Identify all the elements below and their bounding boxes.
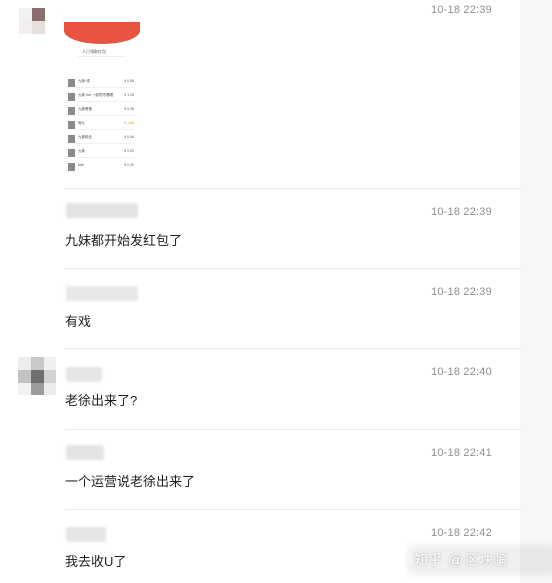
thumbnail-avatar: [68, 135, 75, 143]
message-timestamp: 10-18 22:39: [431, 206, 492, 218]
watermark-author: 区块骗: [465, 552, 508, 568]
thumbnail-row-line: [78, 143, 134, 144]
message-timestamp: 10-18 22:39: [431, 286, 492, 298]
screenshot-image-message[interactable]: 人已领取红包 九妹·领 ¥ 0.88 九妹 Kol 一起吃吃喝喝 ¥ 1.08 …: [64, 0, 140, 176]
message-divider: [65, 188, 521, 189]
thumbnail-row-amount: ¥ 0.30: [124, 163, 134, 167]
avatar[interactable]: [18, 357, 56, 395]
thumbnail-avatar: [68, 107, 75, 115]
message-divider: [65, 268, 521, 269]
message-divider: [65, 429, 521, 430]
thumbnail-row-name: 九妹: [78, 149, 85, 153]
thumbnail-row-name: 阿九: [78, 121, 85, 125]
message-text: 有戏: [65, 314, 92, 329]
thumbnail-avatar: [68, 121, 75, 129]
thumbnail-avatar: [68, 79, 75, 87]
message-text: 老徐出来了?: [65, 393, 138, 408]
thumbnail-row: 九妹粉丝 ¥ 0.66: [68, 133, 136, 147]
message-divider: [65, 509, 521, 510]
thumbnail-row-line: [78, 115, 134, 116]
zhihu-watermark: 知乎 @ 区块骗: [408, 545, 552, 575]
sender-name-redacted: [66, 445, 104, 460]
sender-name-redacted: [66, 367, 102, 382]
message-timestamp: 10-18 22:40: [431, 366, 492, 378]
red-envelope-banner: [64, 22, 140, 44]
thumbnail-row-line: [78, 129, 134, 130]
thumbnail-row-name: 九妹粉丝: [78, 135, 92, 139]
thumbnail-row-name: 九妹·领: [78, 79, 90, 83]
thumbnail-row-line: [78, 157, 134, 158]
thumbnail-avatar: [68, 149, 75, 157]
thumbnail-row-line: [78, 87, 134, 88]
thumbnail-row-name: kofi: [78, 163, 84, 167]
thumbnail-row-name: 九妹爸爸: [78, 107, 92, 111]
message-timestamp: 10-18 22:41: [431, 447, 492, 459]
message-timestamp: 10-18 22:42: [431, 527, 492, 539]
thumbnail-row-amount: ¥ 0.88: [124, 79, 134, 83]
thumbnail-row-amount: ¥ 1.88: [124, 121, 134, 125]
thumbnail-row-amount: ¥ 0.66: [124, 135, 134, 139]
thumbnail-avatar: [68, 163, 75, 171]
thumbnail-row-amount: ¥ 0.52: [124, 149, 134, 153]
thumbnail-row: 九妹 ¥ 0.52: [68, 147, 136, 161]
thumbnail-row-amount: ¥ 0.98: [124, 107, 134, 111]
message-timestamp: 10-18 22:39: [431, 4, 492, 16]
sender-name-redacted: [66, 203, 138, 218]
message-text: 一个运营说老徐出来了: [65, 474, 196, 489]
thumbnail-title: 人已领取红包: [82, 49, 106, 54]
thumbnail-row-name: 九妹 Kol 一起吃吃喝喝: [78, 93, 114, 97]
thumbnail-divider: [78, 56, 126, 57]
right-edge-strip: [520, 0, 552, 583]
message-divider: [65, 348, 521, 349]
thumbnail-avatar: [68, 93, 75, 101]
message-text: 九妹都开始发红包了: [65, 233, 183, 248]
thumbnail-row-amount: ¥ 1.08: [124, 93, 134, 97]
thumbnail-row: 九妹爸爸 ¥ 0.98: [68, 105, 136, 119]
thumbnail-row: 阿九 ¥ 1.88: [68, 119, 136, 133]
message-text: 我去收U了: [65, 554, 127, 569]
avatar[interactable]: [19, 8, 57, 46]
thumbnail-row: 九妹 Kol 一起吃吃喝喝 ¥ 1.08: [68, 91, 136, 105]
thumbnail-row: kofi ¥ 0.30: [68, 161, 136, 175]
watermark-brand: 知乎: [414, 552, 442, 568]
thumbnail-row-line: [78, 101, 134, 102]
watermark-at: @: [448, 551, 464, 569]
sender-name-redacted: [66, 527, 106, 542]
thumbnail-row: 九妹·领 ¥ 0.88: [68, 77, 136, 91]
sender-name-redacted: [66, 286, 138, 301]
